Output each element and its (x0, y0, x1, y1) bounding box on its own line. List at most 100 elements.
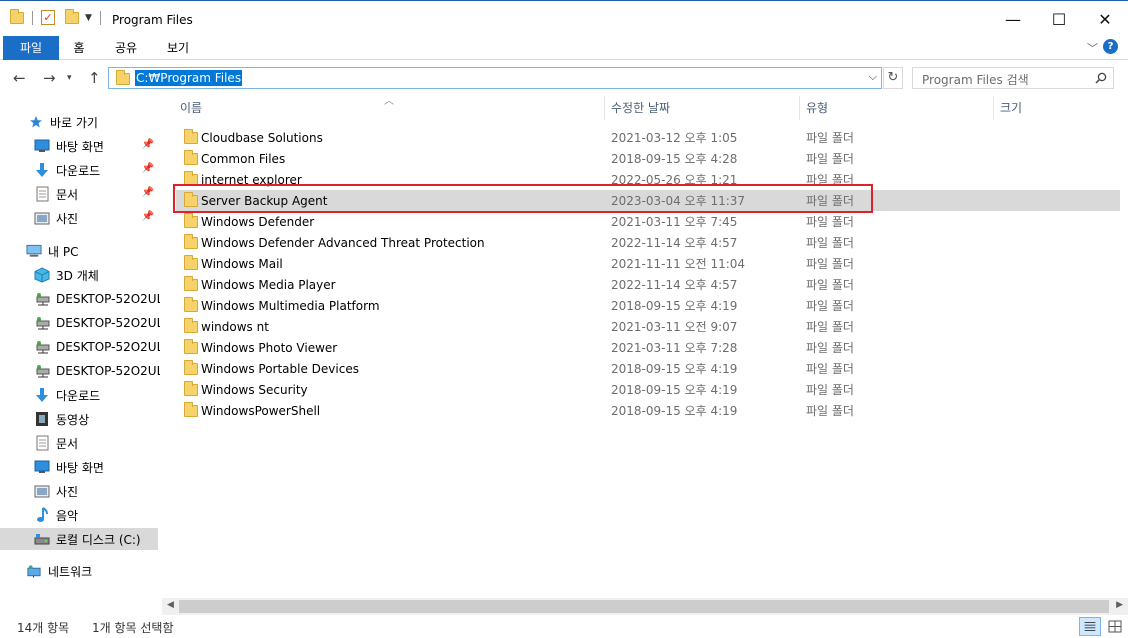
file-name: Common Files (201, 151, 286, 166)
tab-share[interactable]: 공유 (104, 36, 148, 60)
sidebar-item-videos[interactable]: 동영상 (0, 408, 160, 430)
document-icon (34, 435, 50, 451)
file-name: WindowsPowerShell (201, 403, 321, 418)
file-name: Windows Photo Viewer (201, 340, 338, 355)
column-header-date[interactable]: 수정한 날짜 (611, 96, 670, 120)
sidebar-item-documents-pinned[interactable]: 문서 📌 (0, 183, 160, 205)
address-bar[interactable]: C:₩Program Files ⌵ (108, 67, 882, 89)
properties-icon[interactable]: ✓ (41, 10, 55, 25)
table-row[interactable]: WindowsPowerShell 2018-09-15 오후 4:19 파일 폴더 (176, 400, 1120, 421)
file-date: 2021-03-11 오전 9:07 (611, 320, 738, 334)
help-icon[interactable]: ? (1103, 39, 1118, 54)
sidebar-item-network-drive-3[interactable]: DESKTOP-52O2ULC (0, 336, 160, 358)
sidebar-item-this-pc[interactable]: 내 PC (0, 240, 160, 262)
table-row-selected[interactable]: Server Backup Agent 2023-03-04 오후 11:37 파일… (176, 190, 1120, 211)
sidebar-item-label: 문서 (56, 436, 79, 451)
refresh-button[interactable]: ↻ (883, 67, 903, 89)
sidebar-item-desktop[interactable]: 바탕 화면 (0, 456, 160, 478)
sidebar-item-network-drive-2[interactable]: DESKTOP-52O2ULC (0, 312, 160, 334)
sidebar-item-documents[interactable]: 문서 (0, 432, 160, 454)
table-row[interactable]: Windows Defender 2021-03-11 오후 7:45 파일 폴더 (176, 211, 1120, 232)
tab-file[interactable]: 파일 (3, 36, 59, 60)
large-icons-view-icon[interactable] (1104, 617, 1126, 636)
maximize-button[interactable]: ☐ (1036, 1, 1082, 37)
sidebar-item-local-disk[interactable]: 로컬 디스크 (C:) (0, 528, 158, 550)
sidebar-item-music[interactable]: 음악 (0, 504, 160, 526)
pin-icon[interactable]: 📌 (142, 187, 154, 198)
file-name: Windows Defender (201, 214, 315, 229)
sidebar-item-downloads[interactable]: 다운로드 (0, 384, 160, 406)
folder-icon (184, 338, 198, 354)
table-row[interactable]: Windows Mail 2021-11-11 오전 11:04 파일 폴더 (176, 253, 1120, 274)
pin-icon[interactable]: 📌 (142, 163, 154, 174)
table-row[interactable]: Windows Media Player 2022-11-14 오후 4:57 파일… (176, 274, 1120, 295)
scrollbar-thumb[interactable] (179, 600, 1109, 613)
table-row[interactable]: Windows Photo Viewer 2021-03-11 오후 7:28 파일… (176, 337, 1120, 358)
address-path[interactable]: C:₩Program Files (135, 70, 243, 86)
close-button[interactable]: ✕ (1082, 1, 1128, 37)
back-icon[interactable]: ← (13, 69, 26, 87)
item-count: 14개 항목 (17, 621, 70, 635)
new-folder-icon[interactable] (65, 8, 79, 24)
scroll-left-icon[interactable]: ◀ (167, 600, 174, 610)
up-icon[interactable]: ↑ (88, 69, 101, 87)
table-row[interactable]: internet explorer 2022-05-26 오후 1:21 파일 폴더 (176, 169, 1120, 190)
column-header-name[interactable]: 이름 (180, 96, 202, 120)
sidebar-item-network[interactable]: 네트워크 (0, 560, 160, 582)
table-row[interactable]: Windows Multimedia Platform 2018-09-15 오후… (176, 295, 1120, 316)
table-row[interactable]: Windows Security 2018-09-15 오후 4:19 파일 폴더 (176, 379, 1120, 400)
chevron-down-icon[interactable]: ⌵ (869, 70, 877, 84)
folder-icon (184, 128, 198, 144)
divider[interactable] (799, 96, 800, 120)
pin-icon[interactable]: 📌 (142, 211, 154, 222)
file-date: 2022-05-26 오후 1:21 (611, 173, 738, 187)
file-date: 2022-11-14 오후 4:57 (611, 278, 738, 292)
sidebar-item-network-drive-1[interactable]: DESKTOP-52O2ULC (0, 288, 160, 310)
horizontal-scrollbar[interactable]: ◀ ▶ (162, 598, 1128, 615)
table-row[interactable]: Windows Portable Devices 2018-09-15 오후 4:… (176, 358, 1120, 379)
file-name: Windows Portable Devices (201, 361, 359, 376)
sidebar-item-network-drive-4[interactable]: DESKTOP-52O2ULC (0, 360, 160, 382)
file-type: 파일 폴더 (806, 404, 854, 418)
search-icon[interactable] (1095, 72, 1107, 84)
file-name: Windows Multimedia Platform (201, 298, 380, 313)
tab-view[interactable]: 보기 (156, 36, 200, 60)
file-type: 파일 폴더 (806, 215, 854, 229)
column-header-size[interactable]: 크기 (1000, 96, 1022, 120)
divider[interactable] (604, 96, 605, 120)
sort-ascending-icon: ︿ (384, 96, 394, 107)
ribbon: 파일 홈 공유 보기 ﹀ ? (0, 36, 1128, 60)
column-header-type[interactable]: 유형 (806, 96, 828, 120)
pin-icon[interactable]: 📌 (142, 139, 154, 150)
recent-locations-icon[interactable]: ▾ (67, 73, 72, 83)
search-input[interactable]: Program Files 검색 (912, 67, 1114, 89)
sidebar-item-3d-objects[interactable]: 3D 개체 (0, 264, 160, 286)
folder-icon (184, 212, 198, 228)
table-row[interactable]: Common Files 2018-09-15 오후 4:28 파일 폴더 (176, 148, 1120, 169)
network-icon (26, 563, 42, 579)
forward-icon[interactable]: → (43, 69, 56, 87)
sidebar-item-downloads-pinned[interactable]: 다운로드 📌 (0, 159, 160, 181)
divider[interactable] (993, 96, 994, 120)
folder-icon (184, 317, 198, 333)
sidebar-item-label: 동영상 (56, 412, 90, 427)
file-list: ︿ 이름 수정한 날짜 유형 크기 Cloudbase Solutions 202… (162, 96, 1128, 598)
table-row[interactable]: windows nt 2021-03-11 오전 9:07 파일 폴더 (176, 316, 1120, 337)
sidebar-item-quick-access[interactable]: 바로 가기 (0, 111, 160, 133)
sidebar-item-pictures[interactable]: 사진 (0, 480, 160, 502)
sidebar-item-desktop-pinned[interactable]: 바탕 화면 📌 (0, 135, 160, 157)
sidebar-item-label: DESKTOP-52O2ULC (56, 340, 160, 354)
sidebar-item-label: 바탕 화면 (56, 460, 104, 475)
sidebar-item-pictures-pinned[interactable]: 사진 📌 (0, 207, 160, 229)
table-row[interactable]: Windows Defender Advanced Threat Protect… (176, 232, 1120, 253)
expand-ribbon-icon[interactable]: ﹀ (1087, 40, 1098, 56)
scroll-right-icon[interactable]: ▶ (1116, 600, 1123, 610)
3d-objects-icon (34, 267, 50, 283)
desktop-icon (34, 138, 50, 154)
tab-home[interactable]: 홈 (60, 36, 98, 60)
table-row[interactable]: Cloudbase Solutions 2021-03-12 오후 1:05 파일 … (176, 127, 1120, 148)
download-icon (34, 387, 50, 403)
details-view-icon[interactable] (1079, 617, 1101, 636)
minimize-button[interactable]: — (990, 1, 1036, 37)
customize-toolbar-icon[interactable]: ▼ (85, 13, 92, 23)
